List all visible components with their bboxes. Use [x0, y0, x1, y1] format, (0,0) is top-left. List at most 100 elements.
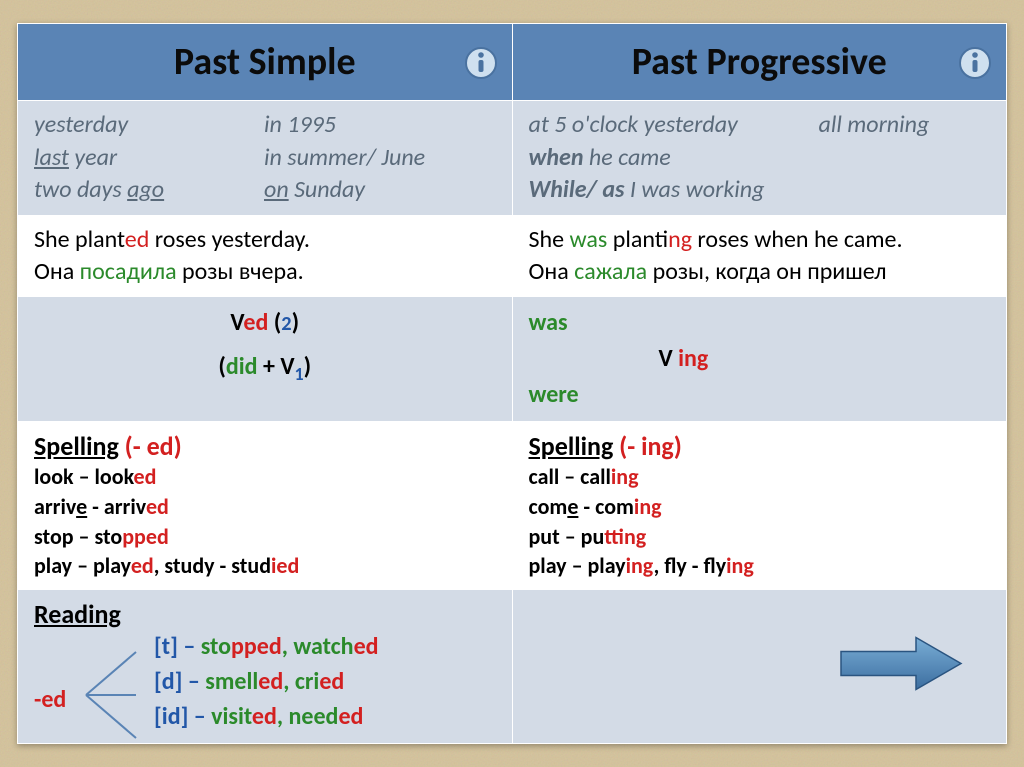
spelling-suffix: (- ed) [119, 430, 182, 462]
reading-suffix: ed [319, 667, 344, 696]
spelling-text: - arriv [87, 493, 146, 520]
formula-text: V [230, 308, 243, 337]
spelling-text: , fly - fly [654, 552, 727, 579]
header-left-text: Past Simple [174, 39, 356, 85]
spelling-suffix: ing [726, 552, 754, 579]
spelling-text: play – play [34, 552, 131, 579]
ex-text: Она [34, 257, 80, 286]
ex-text: plant [607, 225, 668, 254]
formula-num: 1 [295, 363, 304, 385]
spelling-left: Spelling (- ed) look – looked arrive - a… [18, 422, 513, 590]
ex-text: Она [529, 257, 575, 286]
spelling-suffix: ed [146, 493, 169, 520]
spelling-text: stop – sto [34, 523, 122, 550]
spelling-suffix: ed [131, 552, 154, 579]
marker-text: in summer/ June [264, 143, 425, 172]
formula-text: ) [292, 308, 299, 337]
spelling-text: call – call [529, 463, 611, 490]
ex-verb: посадила [80, 257, 177, 286]
spelling-suffix: tt [604, 523, 624, 550]
reading-sound: [t] – [154, 632, 201, 661]
reading-word: need [289, 702, 339, 731]
marker-text: I was working [624, 175, 764, 204]
spelling-text: play – play [529, 552, 626, 579]
reading-left: Reading -ed [t] – stopped, watched [d] –… [18, 590, 513, 743]
info-icon[interactable] [958, 45, 992, 79]
reading-word: visit [211, 702, 252, 731]
formula-text: V [659, 344, 679, 373]
reading-suffix: ed [258, 667, 283, 696]
marker-text: two days [34, 175, 127, 204]
reading-ed-label: -ed [34, 685, 66, 714]
ex-aux: was [570, 225, 608, 254]
marker-text: While/ as [529, 175, 625, 204]
spelling-suffix: ed [134, 463, 157, 490]
formula-suffix: ed [243, 308, 268, 337]
formula-left: Ved (2) (did + V1) [18, 297, 513, 422]
formula-aux: did [226, 352, 258, 381]
formula-aux: was [529, 305, 991, 341]
spelling-suffix: ed [146, 523, 169, 550]
spelling-text: arriv [34, 493, 76, 520]
reading-suffix: ed [257, 632, 282, 661]
marker-text: at 5 o'clock yesterday [529, 109, 819, 141]
header-right: Past Progressive [512, 24, 1007, 101]
markers-right: at 5 o'clock yesterdayall morning when h… [512, 101, 1007, 215]
ex-text: розы, когда он пришел [647, 257, 886, 286]
reading-right [512, 590, 1007, 743]
spelling-text: put – pu [529, 523, 605, 550]
spelling-title: Spelling [529, 430, 614, 462]
formula-text: ( [268, 308, 281, 337]
ex-suffix: ing [668, 225, 692, 254]
spelling-suffix: ing [634, 493, 662, 520]
header-right-text: Past Progressive [632, 39, 887, 85]
reading-word: sto [201, 632, 231, 661]
marker-text: in 1995 [264, 110, 336, 139]
marker-text: ago [127, 175, 164, 204]
markers-left: yesterdayin 1995 last year in summer/ Jun… [18, 101, 513, 215]
spelling-text: - com [578, 493, 634, 520]
marker-text: yesterday [34, 109, 264, 141]
example-left: She planted roses yesterday. Она посадил… [18, 215, 513, 297]
reading-text: , [277, 702, 289, 731]
spelling-suffix: ing [611, 463, 639, 490]
ex-suffix: ed [125, 225, 150, 254]
spelling-text: e [76, 493, 87, 520]
marker-text: all morning [819, 110, 930, 139]
reading-text: , [283, 667, 295, 696]
marker-text: year [69, 143, 117, 172]
ex-text: She plant [34, 225, 125, 254]
next-arrow-icon[interactable] [836, 634, 966, 699]
ex-text: roses yesterday. [149, 225, 310, 254]
reading-suffix: ed [338, 702, 363, 731]
marker-text: last [34, 143, 69, 172]
reading-sound: [id] – [154, 702, 211, 731]
marker-text: on [264, 175, 289, 204]
formula-num: 2 [281, 312, 291, 336]
spelling-suffix: ied [271, 552, 299, 579]
grammar-table: Past Simple Past Progressive yesterdayin… [17, 23, 1007, 743]
formula-suffix: ing [678, 344, 708, 373]
info-icon[interactable] [464, 45, 498, 79]
formula-right: was V ing were [512, 297, 1007, 422]
marker-text: Sunday [289, 175, 365, 204]
formula-text: + V [258, 352, 295, 381]
marker-text: when [529, 143, 584, 172]
spelling-suffix: (- ing) [613, 430, 682, 462]
reading-sound: [d] – [154, 667, 205, 696]
spelling-suffix: ing [626, 552, 654, 579]
ex-text: She [529, 225, 570, 254]
ex-text: roses when he came. [692, 225, 903, 254]
reading-suffix: ed [252, 702, 277, 731]
reading-title: Reading [34, 598, 496, 630]
spelling-text: e [567, 493, 578, 520]
reading-text: , [282, 632, 294, 661]
formula-aux: were [529, 377, 991, 413]
ex-verb: сажала [574, 257, 647, 286]
ex-text: розы вчера. [177, 257, 304, 286]
reading-word: watch [293, 632, 353, 661]
reading-suffix: pp [231, 632, 257, 661]
fork-icon [78, 640, 148, 750]
spelling-text: com [529, 493, 568, 520]
formula-text: ( [218, 352, 225, 381]
